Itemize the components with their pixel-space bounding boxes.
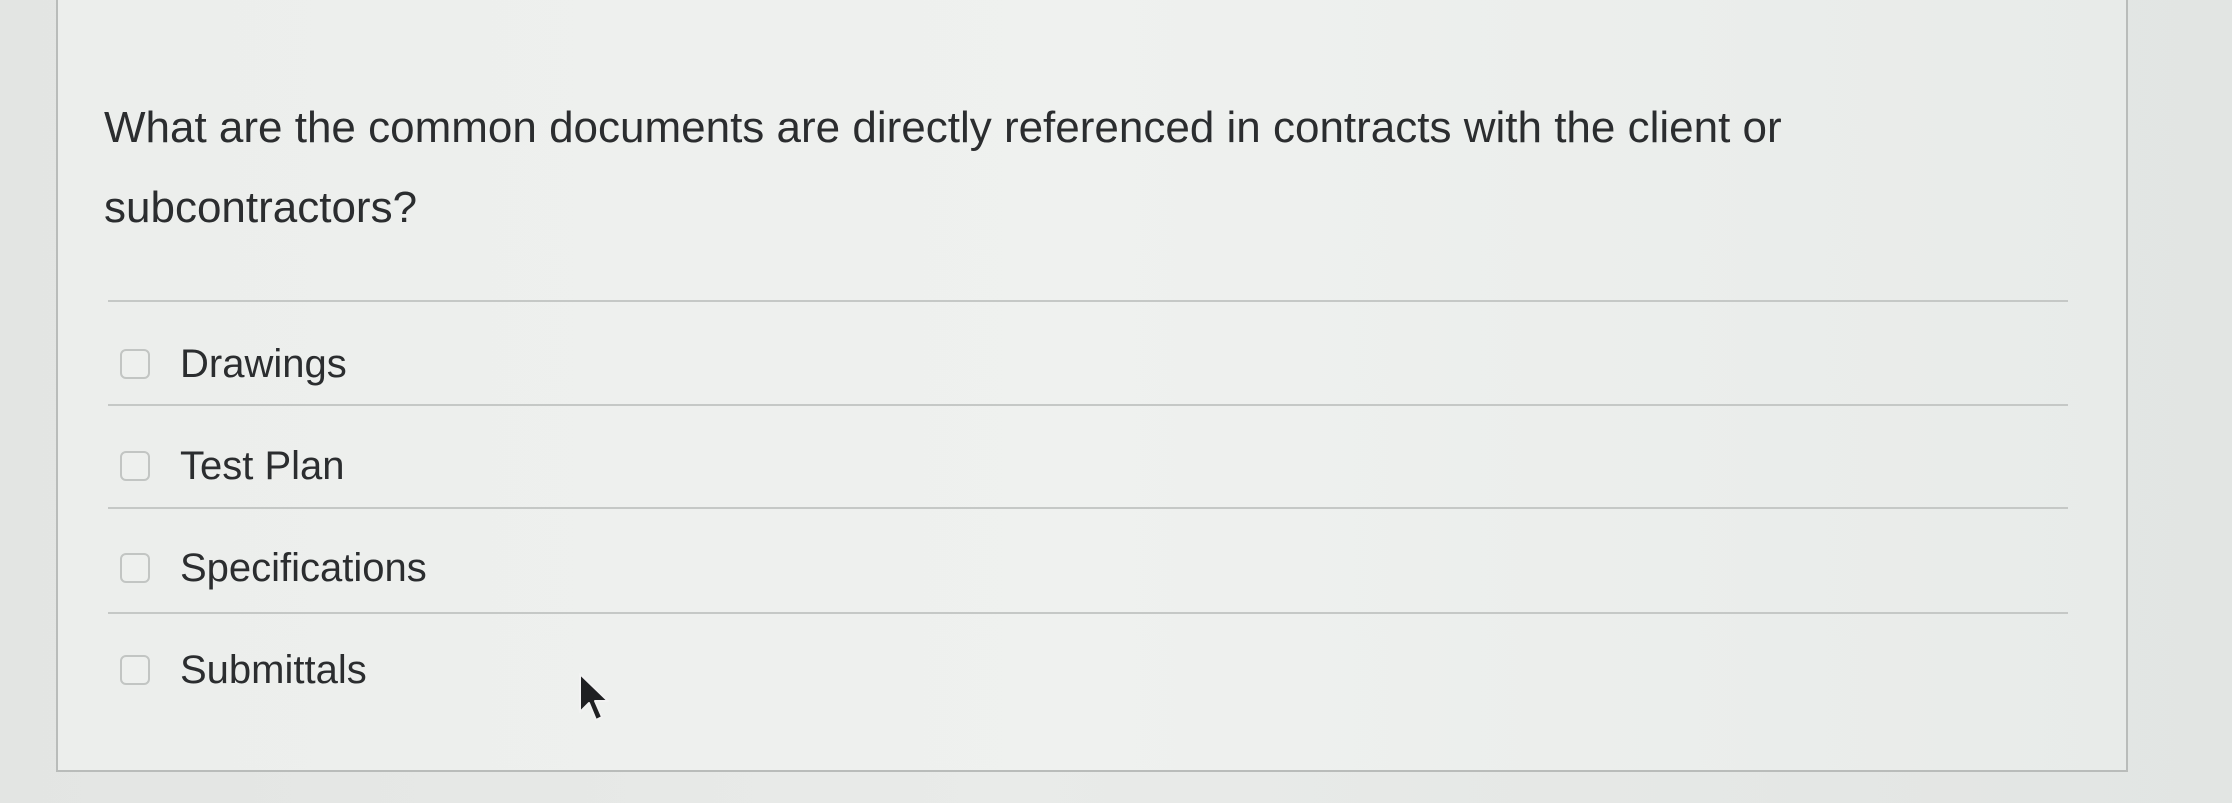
checkbox-specifications[interactable] xyxy=(120,553,150,583)
checkbox-submittals[interactable] xyxy=(120,655,150,685)
mouse-pointer-icon xyxy=(579,673,609,721)
divider xyxy=(108,404,2068,406)
option-label: Specifications xyxy=(180,545,427,590)
option-submittals[interactable]: Submittals xyxy=(120,640,367,700)
divider xyxy=(108,507,2068,509)
divider xyxy=(108,300,2068,302)
option-label: Test Plan xyxy=(180,443,345,488)
checkbox-test-plan[interactable] xyxy=(120,451,150,481)
divider xyxy=(108,612,2068,614)
option-drawings[interactable]: Drawings xyxy=(120,334,347,394)
question-text: What are the common documents are direct… xyxy=(104,103,1782,232)
option-label: Drawings xyxy=(180,341,347,386)
option-specifications[interactable]: Specifications xyxy=(120,538,427,598)
option-label: Submittals xyxy=(180,647,367,692)
checkbox-drawings[interactable] xyxy=(120,349,150,379)
option-test-plan[interactable]: Test Plan xyxy=(120,436,345,496)
